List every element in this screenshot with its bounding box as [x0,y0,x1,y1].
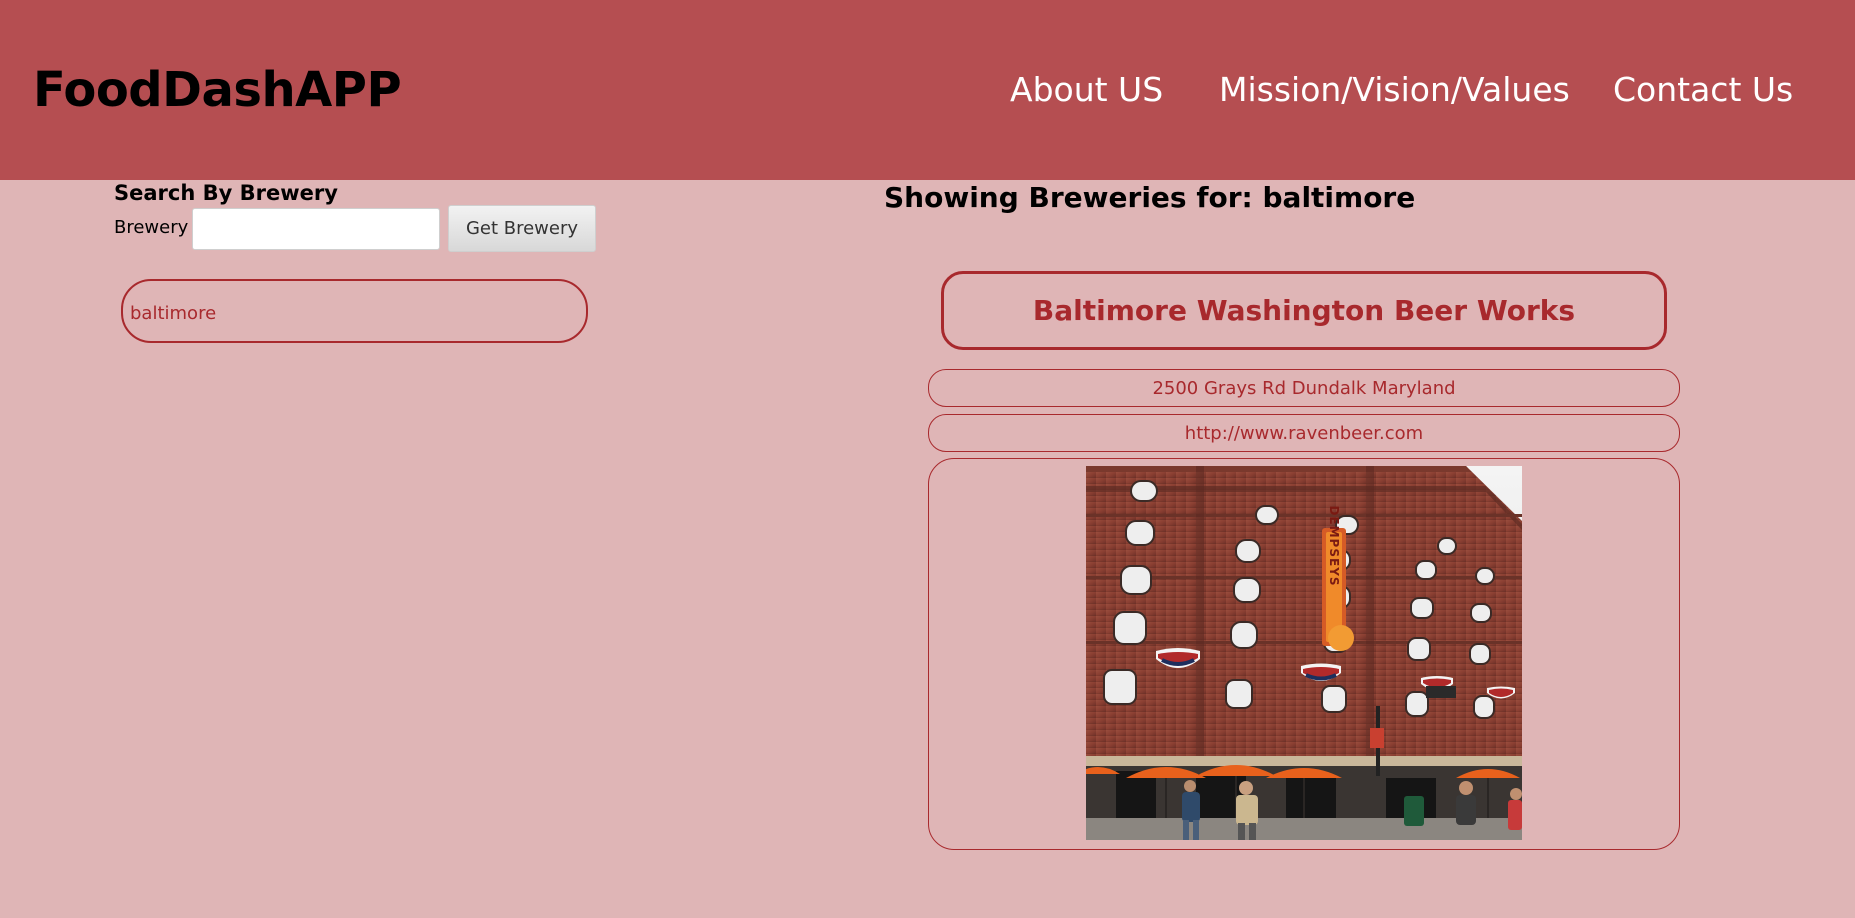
search-title: Search By Brewery [114,181,338,205]
brewery-photo-frame: DEMPSEYS [928,458,1680,850]
top-nav-bar: FoodDashAPP About US Mission/Vision/Valu… [0,0,1855,180]
brewery-photo: DEMPSEYS [1086,466,1522,840]
brewery-field-label: Brewery [114,217,189,238]
search-history-label: baltimore [130,303,217,324]
brewery-website-link[interactable]: http://www.ravenbeer.com [928,414,1680,452]
photo-sign-text: DEMPSEYS [1327,505,1341,586]
nav-contact-us[interactable]: Contact Us [1613,70,1793,109]
brewery-name: Baltimore Washington Beer Works [1032,294,1576,327]
get-brewery-button[interactable]: Get Brewery [448,205,596,252]
search-history-item[interactable]: baltimore [121,279,588,343]
app-logo: FoodDashAPP [33,62,402,118]
results-heading: Showing Breweries for: baltimore [884,181,1416,214]
brewery-address: 2500 Grays Rd Dundalk Maryland [928,369,1680,407]
brewery-name-card: Baltimore Washington Beer Works [941,271,1667,350]
brewery-search-input[interactable] [192,208,440,250]
nav-about-us[interactable]: About US [1010,70,1163,109]
nav-mission-vision-values[interactable]: Mission/Vision/Values [1219,70,1570,109]
